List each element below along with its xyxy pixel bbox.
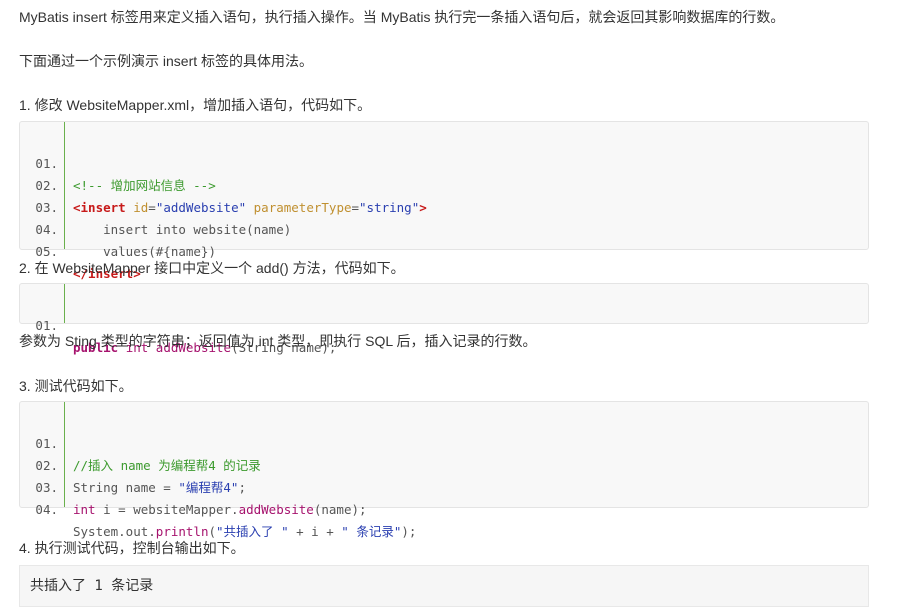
test-code-block: 01. //插入 name 为编程帮4 的记录 02. String name … (19, 401, 869, 539)
code-text: ( (208, 524, 217, 539)
code-text: (name); (313, 502, 367, 517)
code-text: + i + (288, 524, 342, 539)
code-text: ); (401, 524, 417, 539)
code-line: 03. insert into website(name) (20, 175, 868, 237)
code-line: 04. values(#{name}) (20, 197, 868, 259)
code-line: 01. //插入 name 为编程帮4 的记录 (20, 411, 868, 473)
code-line: 05. </insert> (20, 219, 868, 281)
xml-code-block: 01. <!-- 增加网站信息 --> 02. <insert id="addW… (19, 121, 869, 281)
step3-heading: 3. 测试代码如下。 (19, 378, 133, 394)
intro-paragraph: MyBatis insert 标签用来定义插入语句，执行插入操作。当 MyBat… (19, 9, 785, 25)
method-name: println (155, 524, 209, 539)
string-literal: " 条记录" (341, 524, 402, 539)
code-line: 02. <insert id="addWebsite" parameterTyp… (20, 153, 868, 215)
code-line: 04. System.out.println("共插入了 " + i + " 条… (20, 477, 868, 539)
code-line: 02. String name = "编程帮4"; (20, 433, 868, 495)
code-text: System.out. (73, 524, 156, 539)
code-line: 01. public int addWebsite(String name); (20, 293, 868, 355)
step1-heading: 1. 修改 WebsiteMapper.xml，增加插入语句，代码如下。 (19, 97, 372, 113)
method-name: addWebsite (238, 502, 314, 517)
code-line: 03. int i = websiteMapper.addWebsite(nam… (20, 455, 868, 517)
demo-paragraph: 下面通过一个示例演示 insert 标签的具体用法。 (19, 53, 314, 69)
java-interface-code-block: 01. public int addWebsite(String name); (19, 283, 869, 355)
param-note: 参数为 Sting 类型的字符串；返回值为 int 类型，即执行 SQL 后，插… (19, 333, 537, 349)
keyword: int (73, 502, 96, 517)
code-text: i = websiteMapper. (95, 502, 239, 517)
string-literal: "共插入了 " (216, 524, 289, 539)
console-output: 共插入了 1 条记录 (19, 565, 869, 607)
step4-heading: 4. 执行测试代码，控制台输出如下。 (19, 540, 245, 556)
code-line: 01. <!-- 增加网站信息 --> (20, 131, 868, 193)
step2-heading: 2. 在 WebsiteMapper 接口中定义一个 add() 方法，代码如下… (19, 260, 405, 276)
line-number: 04. (35, 502, 58, 517)
